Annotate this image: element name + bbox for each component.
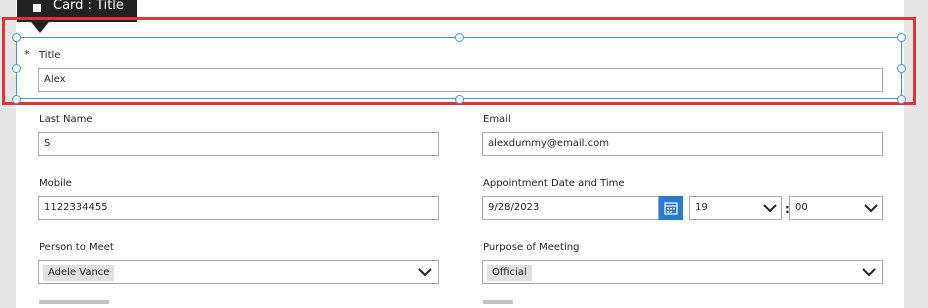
chevron-down-icon (862, 268, 876, 277)
resize-handle-bottom-left[interactable] (12, 95, 21, 104)
calendar-button[interactable] (659, 196, 683, 220)
purpose-combobox[interactable]: Official (482, 260, 883, 284)
resize-handle-bottom[interactable] (455, 95, 464, 104)
resize-handle-top-right[interactable] (897, 33, 906, 42)
last-name-input[interactable]: S (38, 132, 439, 156)
resize-handle-top-left[interactable] (12, 33, 21, 42)
chevron-down-icon (418, 268, 432, 277)
appointment-label: Appointment Date and Time (483, 178, 625, 189)
email-label: Email (483, 114, 511, 125)
appointment-date-input[interactable]: 9/28/2023 (482, 196, 659, 220)
resize-handle-top[interactable] (455, 33, 464, 42)
title-label: Title (39, 50, 61, 61)
selected-purpose-tag: Official (487, 265, 532, 281)
chevron-down-icon (864, 204, 878, 213)
person-to-meet-combobox[interactable]: Adele Vance (38, 260, 439, 284)
calendar-icon (664, 202, 678, 215)
hour-dropdown[interactable]: 19 (689, 196, 782, 220)
minute-value: 00 (795, 202, 808, 213)
minute-dropdown[interactable]: 00 (789, 196, 883, 220)
cut-off-label (39, 300, 109, 304)
email-input[interactable]: alexdummy@email.com (482, 132, 883, 156)
resize-handle-bottom-right[interactable] (897, 95, 906, 104)
person-to-meet-label: Person to Meet (39, 242, 114, 253)
last-name-label: Last Name (39, 114, 93, 125)
chevron-down-icon (763, 204, 777, 213)
mobile-label: Mobile (39, 178, 72, 189)
selected-person-tag: Adele Vance (43, 265, 115, 281)
card-icon (33, 4, 41, 12)
title-input[interactable]: Alex (38, 68, 883, 92)
hour-value: 19 (695, 202, 708, 213)
resize-handle-right[interactable] (897, 64, 906, 73)
cut-off-label (483, 300, 513, 304)
required-marker: * (24, 48, 30, 61)
purpose-label: Purpose of Meeting (483, 242, 580, 253)
card-tooltip-text: Card : Title (53, 0, 124, 13)
resize-handle-left[interactable] (12, 64, 21, 73)
mobile-input[interactable]: 1122334455 (38, 196, 439, 220)
